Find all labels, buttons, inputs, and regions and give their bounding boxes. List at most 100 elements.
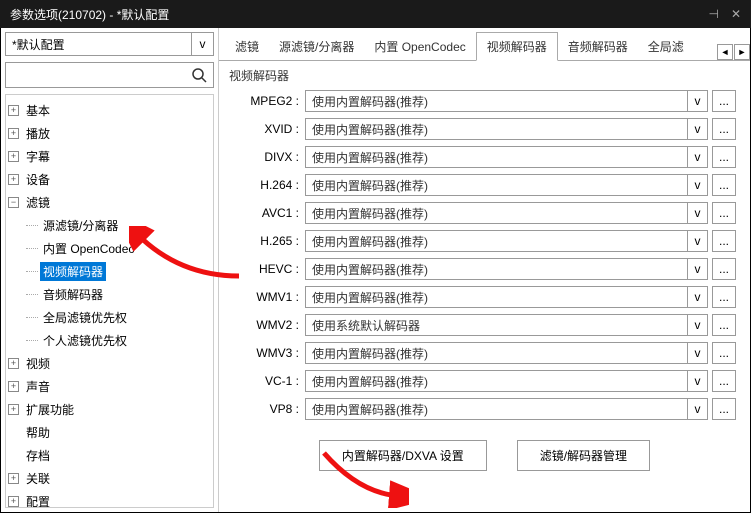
tree-toggle-icon[interactable]: +	[8, 473, 19, 484]
tree-item[interactable]: +设备	[8, 168, 211, 191]
tab[interactable]: 视频解码器	[476, 32, 558, 61]
tree-item[interactable]: +扩展功能	[8, 398, 211, 421]
tab[interactable]: 滤镜	[225, 33, 269, 60]
bottom-buttons: 内置解码器/DXVA 设置 滤镜/解码器管理	[219, 426, 750, 479]
decoder-more-button[interactable]: ...	[712, 174, 736, 196]
decoder-label: XVID :	[233, 122, 305, 136]
tree-item[interactable]: +视频	[8, 352, 211, 375]
tab[interactable]: 音频解码器	[558, 33, 638, 60]
decoder-more-button[interactable]: ...	[712, 202, 736, 224]
titlebar: 参数选项(210702) - *默认配置 ⊣ ✕	[0, 0, 751, 28]
decoder-select[interactable]: 使用内置解码器(推荐)v	[305, 174, 708, 196]
close-icon[interactable]: ✕	[731, 7, 741, 21]
chevron-down-icon[interactable]: v	[687, 371, 707, 391]
chevron-down-icon[interactable]: v	[687, 287, 707, 307]
decoder-select-value: 使用内置解码器(推荐)	[306, 373, 687, 390]
decoder-select[interactable]: 使用系统默认解码器v	[305, 314, 708, 336]
decoder-select[interactable]: 使用内置解码器(推荐)v	[305, 370, 708, 392]
tree-item[interactable]: 帮助	[8, 421, 211, 444]
decoder-label: H.265 :	[233, 234, 305, 248]
config-select[interactable]: *默认配置 v	[5, 32, 214, 56]
decoder-more-button[interactable]: ...	[712, 230, 736, 252]
chevron-down-icon[interactable]: v	[687, 259, 707, 279]
decoder-select-value: 使用内置解码器(推荐)	[306, 177, 687, 194]
search-input[interactable]	[6, 68, 185, 82]
tree-item[interactable]: −滤镜	[8, 191, 211, 214]
tree-toggle-icon[interactable]: +	[8, 496, 19, 507]
tree-toggle-icon[interactable]: +	[8, 404, 19, 415]
decoder-row: AVC1 :使用内置解码器(推荐)v...	[233, 202, 736, 224]
chevron-down-icon[interactable]: v	[687, 91, 707, 111]
tree-item[interactable]: 源滤镜/分离器	[26, 214, 211, 237]
left-panel: *默认配置 v +基本+播放+字幕+设备−滤镜源滤镜/分离器内置 OpenCod…	[1, 28, 219, 512]
chevron-down-icon[interactable]: v	[687, 175, 707, 195]
chevron-down-icon[interactable]: v	[687, 315, 707, 335]
tree-label: 存档	[23, 446, 53, 465]
decoder-label: WMV2 :	[233, 318, 305, 332]
tree-toggle-icon[interactable]: +	[8, 358, 19, 369]
decoder-more-button[interactable]: ...	[712, 146, 736, 168]
decoder-select[interactable]: 使用内置解码器(推荐)v	[305, 398, 708, 420]
decoder-list: MPEG2 :使用内置解码器(推荐)v...XVID :使用内置解码器(推荐)v…	[219, 90, 750, 426]
chevron-down-icon[interactable]: v	[687, 343, 707, 363]
decoder-select[interactable]: 使用内置解码器(推荐)v	[305, 342, 708, 364]
decoder-select[interactable]: 使用内置解码器(推荐)v	[305, 258, 708, 280]
window-title: 参数选项(210702) - *默认配置	[10, 6, 169, 23]
config-select-caret[interactable]: v	[191, 33, 213, 55]
tree-item[interactable]: 音频解码器	[26, 283, 211, 306]
chevron-down-icon[interactable]: v	[687, 203, 707, 223]
tree-label: 字幕	[23, 147, 53, 166]
tree-label: 播放	[23, 124, 53, 143]
decoder-select[interactable]: 使用内置解码器(推荐)v	[305, 202, 708, 224]
decoder-more-button[interactable]: ...	[712, 370, 736, 392]
tree-item[interactable]: +关联	[8, 467, 211, 490]
decoder-more-button[interactable]: ...	[712, 118, 736, 140]
decoder-row: WMV2 :使用系统默认解码器v...	[233, 314, 736, 336]
chevron-down-icon[interactable]: v	[687, 231, 707, 251]
decoder-more-button[interactable]: ...	[712, 342, 736, 364]
search-button[interactable]	[185, 63, 213, 87]
tree-toggle-icon[interactable]: +	[8, 105, 19, 116]
tree-toggle-icon[interactable]: +	[8, 151, 19, 162]
tree-item[interactable]: + 字幕	[8, 145, 211, 168]
tree-toggle-icon[interactable]: +	[8, 381, 19, 392]
decoder-select[interactable]: 使用内置解码器(推荐)v	[305, 286, 708, 308]
tab-scroll-left-button[interactable]: ◄	[717, 44, 733, 60]
decoder-more-button[interactable]: ...	[712, 90, 736, 112]
decoder-more-button[interactable]: ...	[712, 258, 736, 280]
decoder-select[interactable]: 使用内置解码器(推荐)v	[305, 230, 708, 252]
tab[interactable]: 源滤镜/分离器	[269, 33, 364, 60]
tree-item[interactable]: +基本	[8, 99, 211, 122]
tree-toggle-icon[interactable]: +	[8, 174, 19, 185]
tree-label: 内置 OpenCodec	[40, 239, 137, 258]
tree-toggle-icon[interactable]: +	[8, 128, 19, 139]
decoder-select[interactable]: 使用内置解码器(推荐)v	[305, 90, 708, 112]
tree-item[interactable]: 存档	[8, 444, 211, 467]
filter-management-button[interactable]: 滤镜/解码器管理	[517, 440, 650, 471]
tree-item[interactable]: 内置 OpenCodec	[26, 237, 211, 260]
pin-icon[interactable]: ⊣	[708, 7, 718, 21]
chevron-down-icon[interactable]: v	[687, 399, 707, 419]
tab[interactable]: 内置 OpenCodec	[364, 33, 475, 60]
decoder-select[interactable]: 使用内置解码器(推荐)v	[305, 118, 708, 140]
tab-scroll-right-button[interactable]: ►	[734, 44, 750, 60]
tree-item[interactable]: + 播放	[8, 122, 211, 145]
dxva-settings-button[interactable]: 内置解码器/DXVA 设置	[319, 440, 487, 471]
decoder-select-value: 使用内置解码器(推荐)	[306, 345, 687, 362]
tree-item[interactable]: 全局滤镜优先权	[26, 306, 211, 329]
tree-item[interactable]: +声音	[8, 375, 211, 398]
decoder-more-button[interactable]: ...	[712, 398, 736, 420]
tab[interactable]: 全局滤	[638, 33, 694, 60]
decoder-more-button[interactable]: ...	[712, 286, 736, 308]
tree-item[interactable]: 个人滤镜优先权	[26, 329, 211, 352]
decoder-label: WMV1 :	[233, 290, 305, 304]
chevron-down-icon[interactable]: v	[687, 147, 707, 167]
decoder-label: MPEG2 :	[233, 94, 305, 108]
tree-item[interactable]: +配置	[8, 490, 211, 508]
chevron-down-icon[interactable]: v	[687, 119, 707, 139]
decoder-row: VP8 :使用内置解码器(推荐)v...	[233, 398, 736, 420]
tree-item[interactable]: 视频解码器	[26, 260, 211, 283]
decoder-select[interactable]: 使用内置解码器(推荐)v	[305, 146, 708, 168]
decoder-more-button[interactable]: ...	[712, 314, 736, 336]
tree-toggle-icon[interactable]: −	[8, 197, 19, 208]
